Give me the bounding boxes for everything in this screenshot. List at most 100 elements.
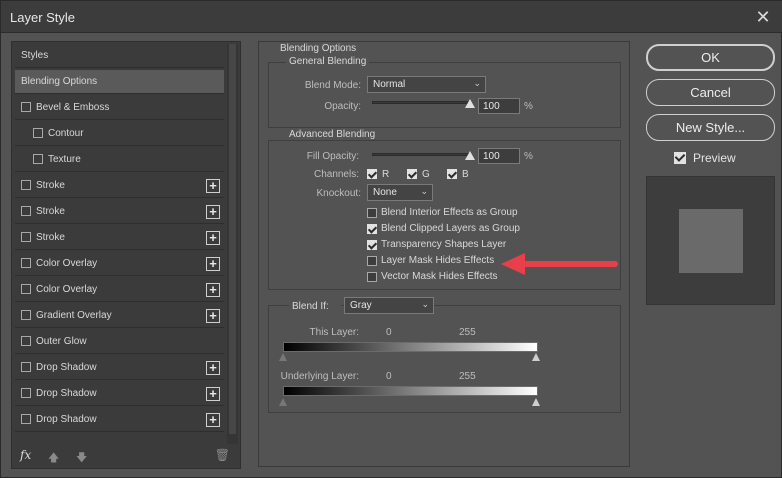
style-item[interactable]: Outer Glow (15, 330, 224, 354)
chevron-down-icon: ⌄ (473, 78, 481, 88)
cancel-button[interactable]: Cancel (646, 79, 775, 106)
add-style-icon[interactable]: + (206, 231, 220, 245)
style-item-checkbox[interactable] (21, 336, 31, 346)
style-item-label: Color Overlay (36, 284, 98, 295)
styles-panel: Styles Blending Options Bevel & Emboss Cont… (11, 41, 241, 469)
blend-if-group (268, 305, 621, 413)
annotation-arrow-icon (501, 253, 618, 275)
style-item[interactable]: Color Overlay + (15, 278, 224, 302)
this-layer-label: This Layer: (309, 327, 359, 338)
opacity-label: Opacity: (324, 101, 361, 112)
style-item[interactable]: Stroke + (15, 226, 224, 250)
style-item[interactable]: Drop Shadow + (15, 356, 224, 380)
move-down-icon[interactable]: 🡇 (76, 449, 87, 468)
style-item-checkbox[interactable] (21, 258, 31, 268)
underlying-layer-min: 0 (386, 371, 392, 382)
style-item[interactable]: Drop Shadow + (15, 408, 224, 432)
style-item-checkbox[interactable] (21, 206, 31, 216)
channels-label: Channels: (313, 169, 359, 180)
style-item[interactable]: Styles (15, 44, 224, 68)
style-item[interactable]: Bevel & Emboss (15, 96, 224, 120)
style-item[interactable]: Blending Options (15, 70, 224, 94)
channel-checkbox[interactable] (447, 169, 457, 179)
advanced-option-label: Blend Interior Effects as Group (381, 207, 518, 218)
add-style-icon[interactable]: + (206, 309, 220, 323)
style-item[interactable]: Color Overlay + (15, 252, 224, 276)
style-item-label: Blending Options (21, 76, 98, 87)
styles-scrollbar[interactable] (227, 44, 238, 444)
fill-opacity-input[interactable]: 100 (478, 148, 520, 164)
underlying-layer-white-handle[interactable] (532, 398, 540, 406)
fill-opacity-unit: % (524, 151, 533, 162)
fill-opacity-label: Fill Opacity: (306, 151, 359, 162)
style-item[interactable]: Stroke + (15, 200, 224, 224)
style-item[interactable]: Drop Shadow + (15, 382, 224, 406)
dialog-title: Layer Style (10, 10, 76, 25)
advanced-option-label: Vector Mask Hides Effects (381, 271, 498, 282)
style-item-checkbox[interactable] (21, 310, 31, 320)
underlying-layer-label: Underlying Layer: (280, 371, 359, 382)
styles-toolbar: fx 🡅 🡇 🗑 (12, 444, 240, 468)
style-item-checkbox[interactable] (33, 128, 43, 138)
this-layer-white-handle[interactable] (532, 353, 540, 361)
add-style-icon[interactable]: + (206, 413, 220, 427)
advanced-option-checkbox[interactable] (367, 272, 377, 282)
blend-mode-select[interactable]: Normal ⌄ (367, 76, 486, 93)
add-style-icon[interactable]: + (206, 361, 220, 375)
layer-style-dialog: Layer Style ✕ Styles Blending Options Beve… (0, 0, 782, 478)
blending-options-title: Blending Options (277, 43, 360, 54)
add-style-icon[interactable]: + (206, 283, 220, 297)
channel-checkbox[interactable] (407, 169, 417, 179)
underlying-layer-gradient (283, 386, 538, 396)
fx-icon[interactable]: fx (20, 448, 31, 462)
opacity-slider-thumb[interactable] (465, 99, 475, 108)
new-style-button[interactable]: New Style... (646, 114, 775, 141)
style-item-checkbox[interactable] (21, 414, 31, 424)
style-item[interactable]: Gradient Overlay + (15, 304, 224, 328)
opacity-slider[interactable] (372, 101, 470, 104)
opacity-input[interactable]: 100 (478, 98, 520, 114)
title-bar: Layer Style ✕ (1, 1, 782, 33)
add-style-icon[interactable]: + (206, 257, 220, 271)
scrollbar-thumb[interactable] (229, 44, 236, 434)
style-item-checkbox[interactable] (21, 232, 31, 242)
advanced-option-checkbox[interactable] (367, 240, 377, 250)
style-item-checkbox[interactable] (33, 154, 43, 164)
knockout-select[interactable]: None ⌄ (367, 184, 433, 201)
underlying-layer-black-handle[interactable] (279, 398, 287, 406)
add-style-icon[interactable]: + (206, 205, 220, 219)
fill-opacity-slider[interactable] (372, 153, 470, 156)
blend-mode-value: Normal (373, 79, 406, 90)
style-item-checkbox[interactable] (21, 362, 31, 372)
add-style-icon[interactable]: + (206, 179, 220, 193)
style-item[interactable]: Stroke + (15, 174, 224, 198)
style-item-checkbox[interactable] (21, 388, 31, 398)
this-layer-black-handle[interactable] (279, 353, 287, 361)
style-item[interactable]: Contour (15, 122, 224, 146)
style-item-checkbox[interactable] (21, 284, 31, 294)
style-item-checkbox[interactable] (21, 180, 31, 190)
advanced-option-checkbox[interactable] (367, 224, 377, 234)
style-item-label: Drop Shadow (36, 362, 97, 373)
chevron-down-icon: ⌄ (420, 186, 428, 196)
style-item-checkbox[interactable] (21, 102, 31, 112)
style-item[interactable]: Texture (15, 148, 224, 172)
knockout-value: None (373, 187, 397, 198)
blend-if-select[interactable]: Gray ⌄ (344, 297, 434, 314)
advanced-option-checkbox[interactable] (367, 256, 377, 266)
move-up-icon[interactable]: 🡅 (48, 449, 59, 468)
channel-label: R (382, 169, 390, 180)
style-item-label: Color Overlay (36, 258, 98, 269)
blend-if-value: Gray (350, 300, 372, 311)
advanced-option-checkbox[interactable] (367, 208, 377, 218)
preview-checkbox[interactable] (674, 152, 686, 164)
channel-label: B (462, 169, 469, 180)
ok-button[interactable]: OK (646, 44, 775, 71)
close-icon[interactable]: ✕ (751, 5, 775, 29)
add-style-icon[interactable]: + (206, 387, 220, 401)
channel-label: G (422, 169, 430, 180)
channel-checkbox[interactable] (367, 169, 377, 179)
fill-opacity-slider-thumb[interactable] (465, 151, 475, 160)
style-item-label: Stroke (36, 232, 65, 243)
trash-icon[interactable]: 🗑 (215, 448, 230, 462)
